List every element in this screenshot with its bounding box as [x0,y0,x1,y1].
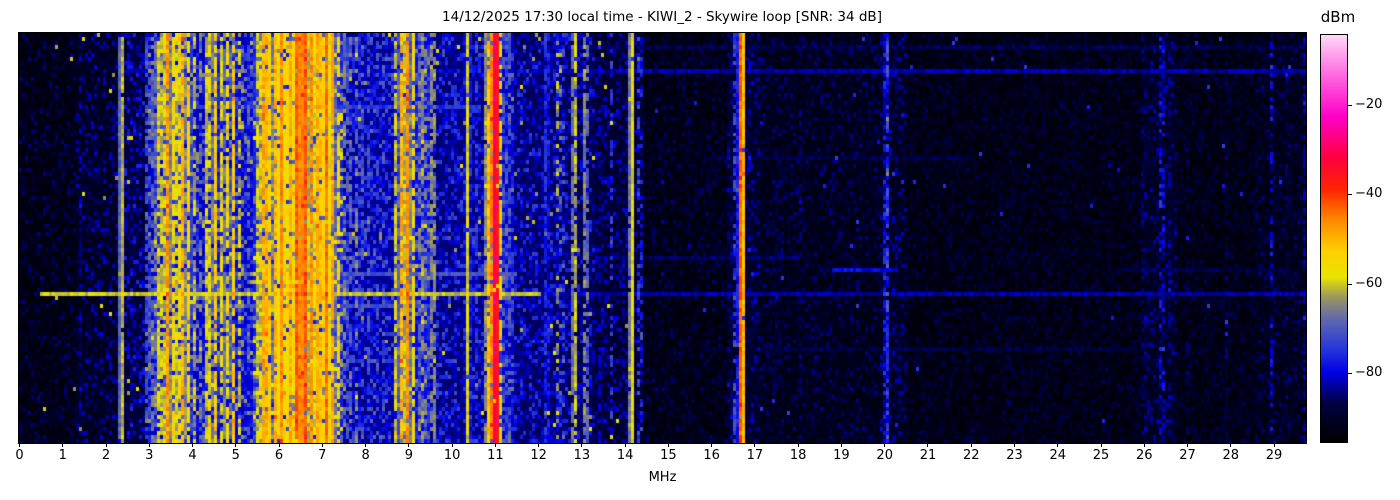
x-tick-label: 7 [318,448,327,463]
x-tick-label: 25 [1092,448,1110,463]
x-tick-mark [667,443,669,447]
x-tick-mark [321,443,323,447]
x-tick-mark [365,443,367,447]
colorbar-tick-label: −60 [1355,276,1383,291]
x-tick-mark [1057,443,1059,447]
chart-title: 14/12/2025 17:30 local time - KIWI_2 - S… [442,9,882,25]
x-tick-mark [711,443,713,447]
x-tick-label: 21 [919,448,937,463]
x-tick-label: 15 [660,448,677,463]
x-tick-mark [235,443,237,447]
x-tick-label: 17 [746,448,764,463]
x-tick-label: 27 [1179,448,1196,463]
x-tick-mark [581,443,583,447]
x-tick-label: 24 [1049,448,1067,463]
colorbar-tick-mark [1348,373,1352,374]
x-tick-label: 23 [1006,448,1023,463]
x-tick-mark [62,443,64,447]
x-tick-mark [494,443,496,447]
x-tick-label: 13 [573,448,591,463]
spectrogram-figure: 14/12/2025 17:30 local time - KIWI_2 - S… [0,0,1400,500]
x-tick-label: 29 [1265,448,1283,463]
x-tick-mark [19,443,20,447]
x-tick-mark [1187,443,1189,447]
x-tick-label: 6 [274,448,284,463]
x-tick-mark [192,443,194,447]
x-tick-mark [148,443,150,447]
x-tick-mark [451,443,453,447]
colorbar-tick-label: −80 [1355,365,1383,380]
x-tick-mark [278,443,280,447]
x-tick-label: 20 [876,448,893,463]
colorbar-gradient [1321,35,1347,442]
x-tick-mark [408,443,410,447]
colorbar-tick-mark [1348,105,1352,106]
x-tick-mark [1273,443,1275,447]
x-tick-mark [927,443,929,447]
x-tick-label: 19 [833,448,850,463]
x-tick-label: 5 [231,448,240,463]
x-tick-mark [970,443,972,447]
x-tick-label: 0 [15,448,24,463]
colorbar-tick-mark [1348,194,1352,195]
x-tick-mark [797,443,799,447]
x-tick-mark [884,443,886,447]
x-tick-label: 8 [361,448,370,463]
plot-area [18,32,1307,444]
x-tick-label: 10 [443,448,461,463]
x-tick-mark [105,443,107,447]
x-tick-label: 26 [1135,448,1153,463]
x-tick-mark [754,443,756,447]
x-tick-label: 28 [1222,448,1240,463]
x-tick-label: 16 [703,448,720,463]
colorbar-unit-label: dBm [1320,8,1356,26]
colorbar-tick-label: −20 [1355,97,1383,112]
x-tick-label: 11 [487,448,504,463]
x-tick-mark [624,443,626,447]
x-tick-label: 12 [530,448,547,463]
colorbar-tick-mark [1348,284,1352,285]
x-axis-label: MHz [648,470,677,485]
x-tick-mark [1143,443,1145,447]
x-tick-label: 2 [101,448,111,463]
colorbar-tick-label: −40 [1355,186,1383,201]
colorbar [1320,34,1348,443]
x-tick-label: 18 [789,448,807,463]
x-tick-label: 14 [616,448,634,463]
waterfall-heatmap [19,33,1306,443]
x-tick-mark [538,443,540,447]
x-tick-label: 3 [145,448,154,463]
x-tick-mark [1230,443,1232,447]
x-tick-label: 1 [58,448,67,463]
x-tick-label: 22 [962,448,980,463]
x-tick-mark [840,443,842,447]
x-tick-mark [1100,443,1102,447]
x-tick-mark [1013,443,1015,447]
x-tick-label: 4 [188,448,197,463]
x-tick-label: 9 [404,448,413,463]
